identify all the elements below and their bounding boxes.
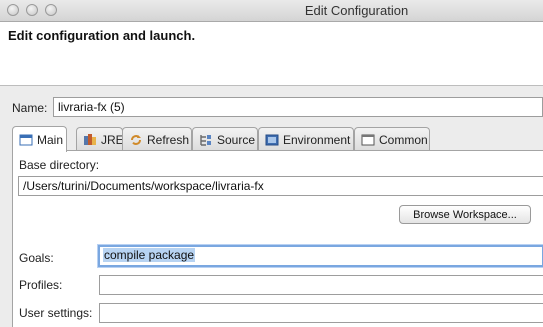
common-icon	[361, 133, 375, 147]
tab-common-label: Common	[379, 132, 428, 147]
tab-common[interactable]: Common	[354, 127, 430, 151]
window-titlebar: Edit Configuration	[0, 0, 543, 22]
tab-main[interactable]: Main	[12, 126, 67, 152]
tab-environment-label: Environment	[283, 132, 351, 147]
tab-jre-label: JRE	[101, 132, 124, 147]
base-directory-field[interactable]: /Users/turini/Documents/workspace/livrar…	[18, 176, 543, 196]
tab-environment[interactable]: Environment	[258, 127, 354, 151]
goals-field[interactable]: compile package	[98, 245, 543, 267]
goals-field-value: compile package	[103, 248, 196, 262]
tab-main-label: Main	[37, 132, 64, 147]
environment-icon	[265, 133, 279, 147]
jre-icon	[83, 133, 97, 147]
main-tab-panel: Base directory: /Users/turini/Documents/…	[12, 150, 543, 327]
tab-refresh[interactable]: Refresh	[122, 127, 192, 151]
dialog-header: Edit configuration and launch.	[0, 22, 543, 86]
profiles-label: Profiles:	[19, 278, 63, 292]
tab-source[interactable]: Source	[192, 127, 258, 151]
base-directory-label: Base directory:	[19, 158, 100, 172]
source-icon	[199, 133, 213, 147]
window-title: Edit Configuration	[304, 3, 409, 18]
profiles-field[interactable]	[99, 275, 543, 295]
goals-label: Goals:	[19, 251, 54, 265]
tab-jre[interactable]: JRE	[76, 127, 124, 151]
refresh-icon	[129, 133, 143, 147]
tab-source-label: Source	[217, 132, 256, 147]
name-input[interactable]	[53, 97, 543, 117]
browse-workspace-button[interactable]: Browse Workspace...	[399, 205, 531, 224]
dialog-header-title: Edit configuration and launch.	[8, 28, 196, 43]
name-label: Name:	[12, 101, 48, 115]
user-settings-label: User settings:	[19, 306, 93, 320]
tab-refresh-label: Refresh	[147, 132, 190, 147]
main-tab-icon	[19, 133, 33, 147]
user-settings-field[interactable]	[99, 303, 543, 323]
